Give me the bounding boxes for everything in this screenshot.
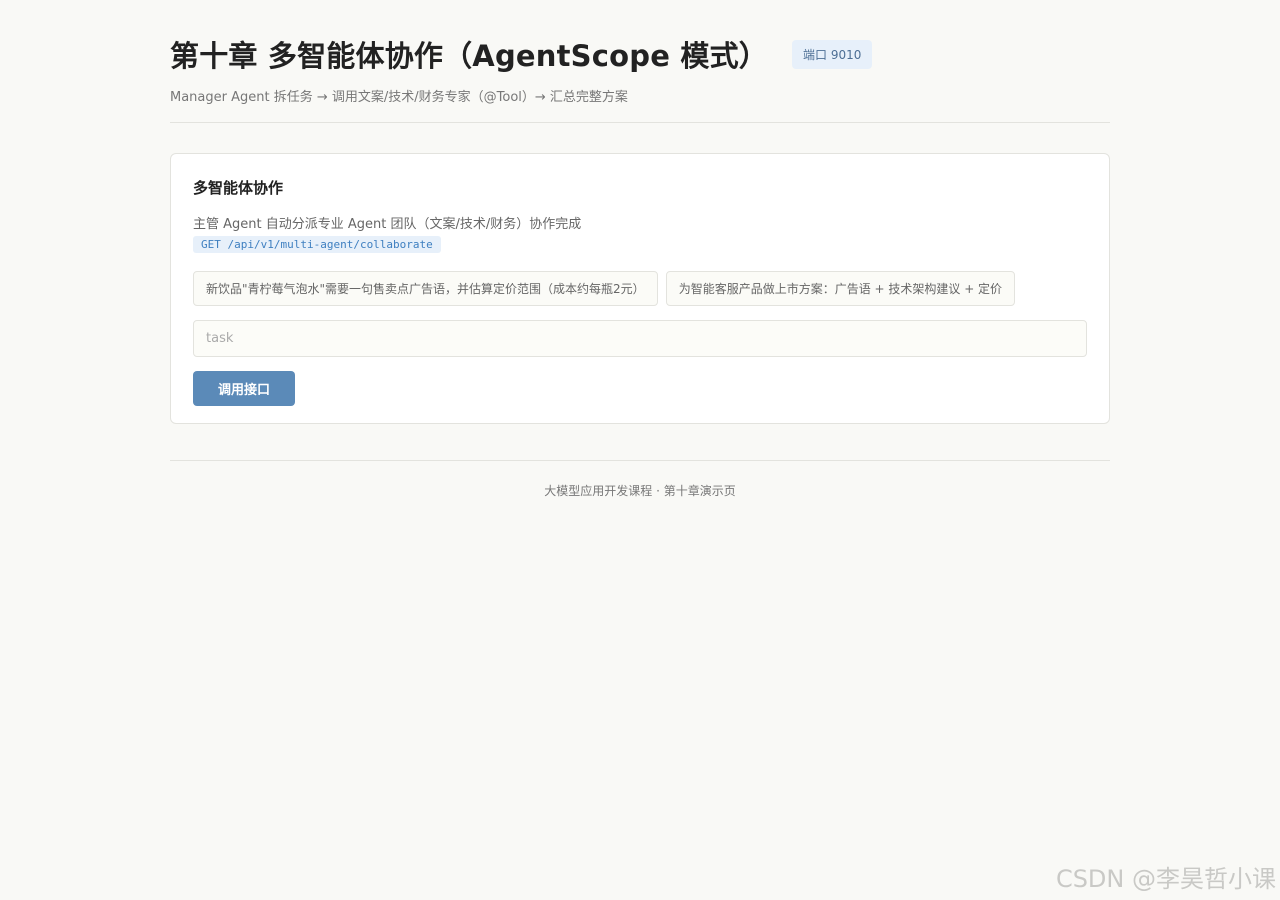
endpoint-badge: GET /api/v1/multi-agent/collaborate [193,236,441,253]
title-row: 第十章 多智能体协作（AgentScope 模式） 端口 9010 [170,34,1110,74]
card-title: 多智能体协作 [193,179,284,197]
card-description: 主管 Agent 自动分派专业 Agent 团队（文案/技术/财务）协作完成 [193,217,582,232]
task-input[interactable] [193,320,1087,357]
watermark: CSDN @李昊哲小课 [1055,865,1276,893]
call-api-button[interactable]: 调用接口 [193,371,295,406]
example-chip-customer-service[interactable]: 为智能客服产品做上市方案：广告语 + 技术架构建议 + 定价 [665,271,1016,306]
page-title: 第十章 多智能体协作（AgentScope 模式） [170,39,768,73]
page-footer: 大模型应用开发课程 · 第十章演示页 [170,460,1110,499]
page-container: 第十章 多智能体协作（AgentScope 模式） 端口 9010 Manage… [170,0,1110,499]
example-chip-drink[interactable]: 新饮品"青柠莓气泡水"需要一句售卖点广告语，并估算定价范围（成本约每瓶2元） [193,271,658,306]
port-badge: 端口 9010 [792,39,873,69]
page-subtitle: Manager Agent 拆任务 → 调用文案/技术/财务专家（@Tool）→… [170,90,628,105]
page-header: 第十章 多智能体协作（AgentScope 模式） 端口 9010 Manage… [170,0,1110,123]
example-list: 新饮品"青柠莓气泡水"需要一句售卖点广告语，并估算定价范围（成本约每瓶2元） 为… [193,271,1087,306]
multi-agent-card: 多智能体协作 主管 Agent 自动分派专业 Agent 团队（文案/技术/财务… [170,153,1110,424]
